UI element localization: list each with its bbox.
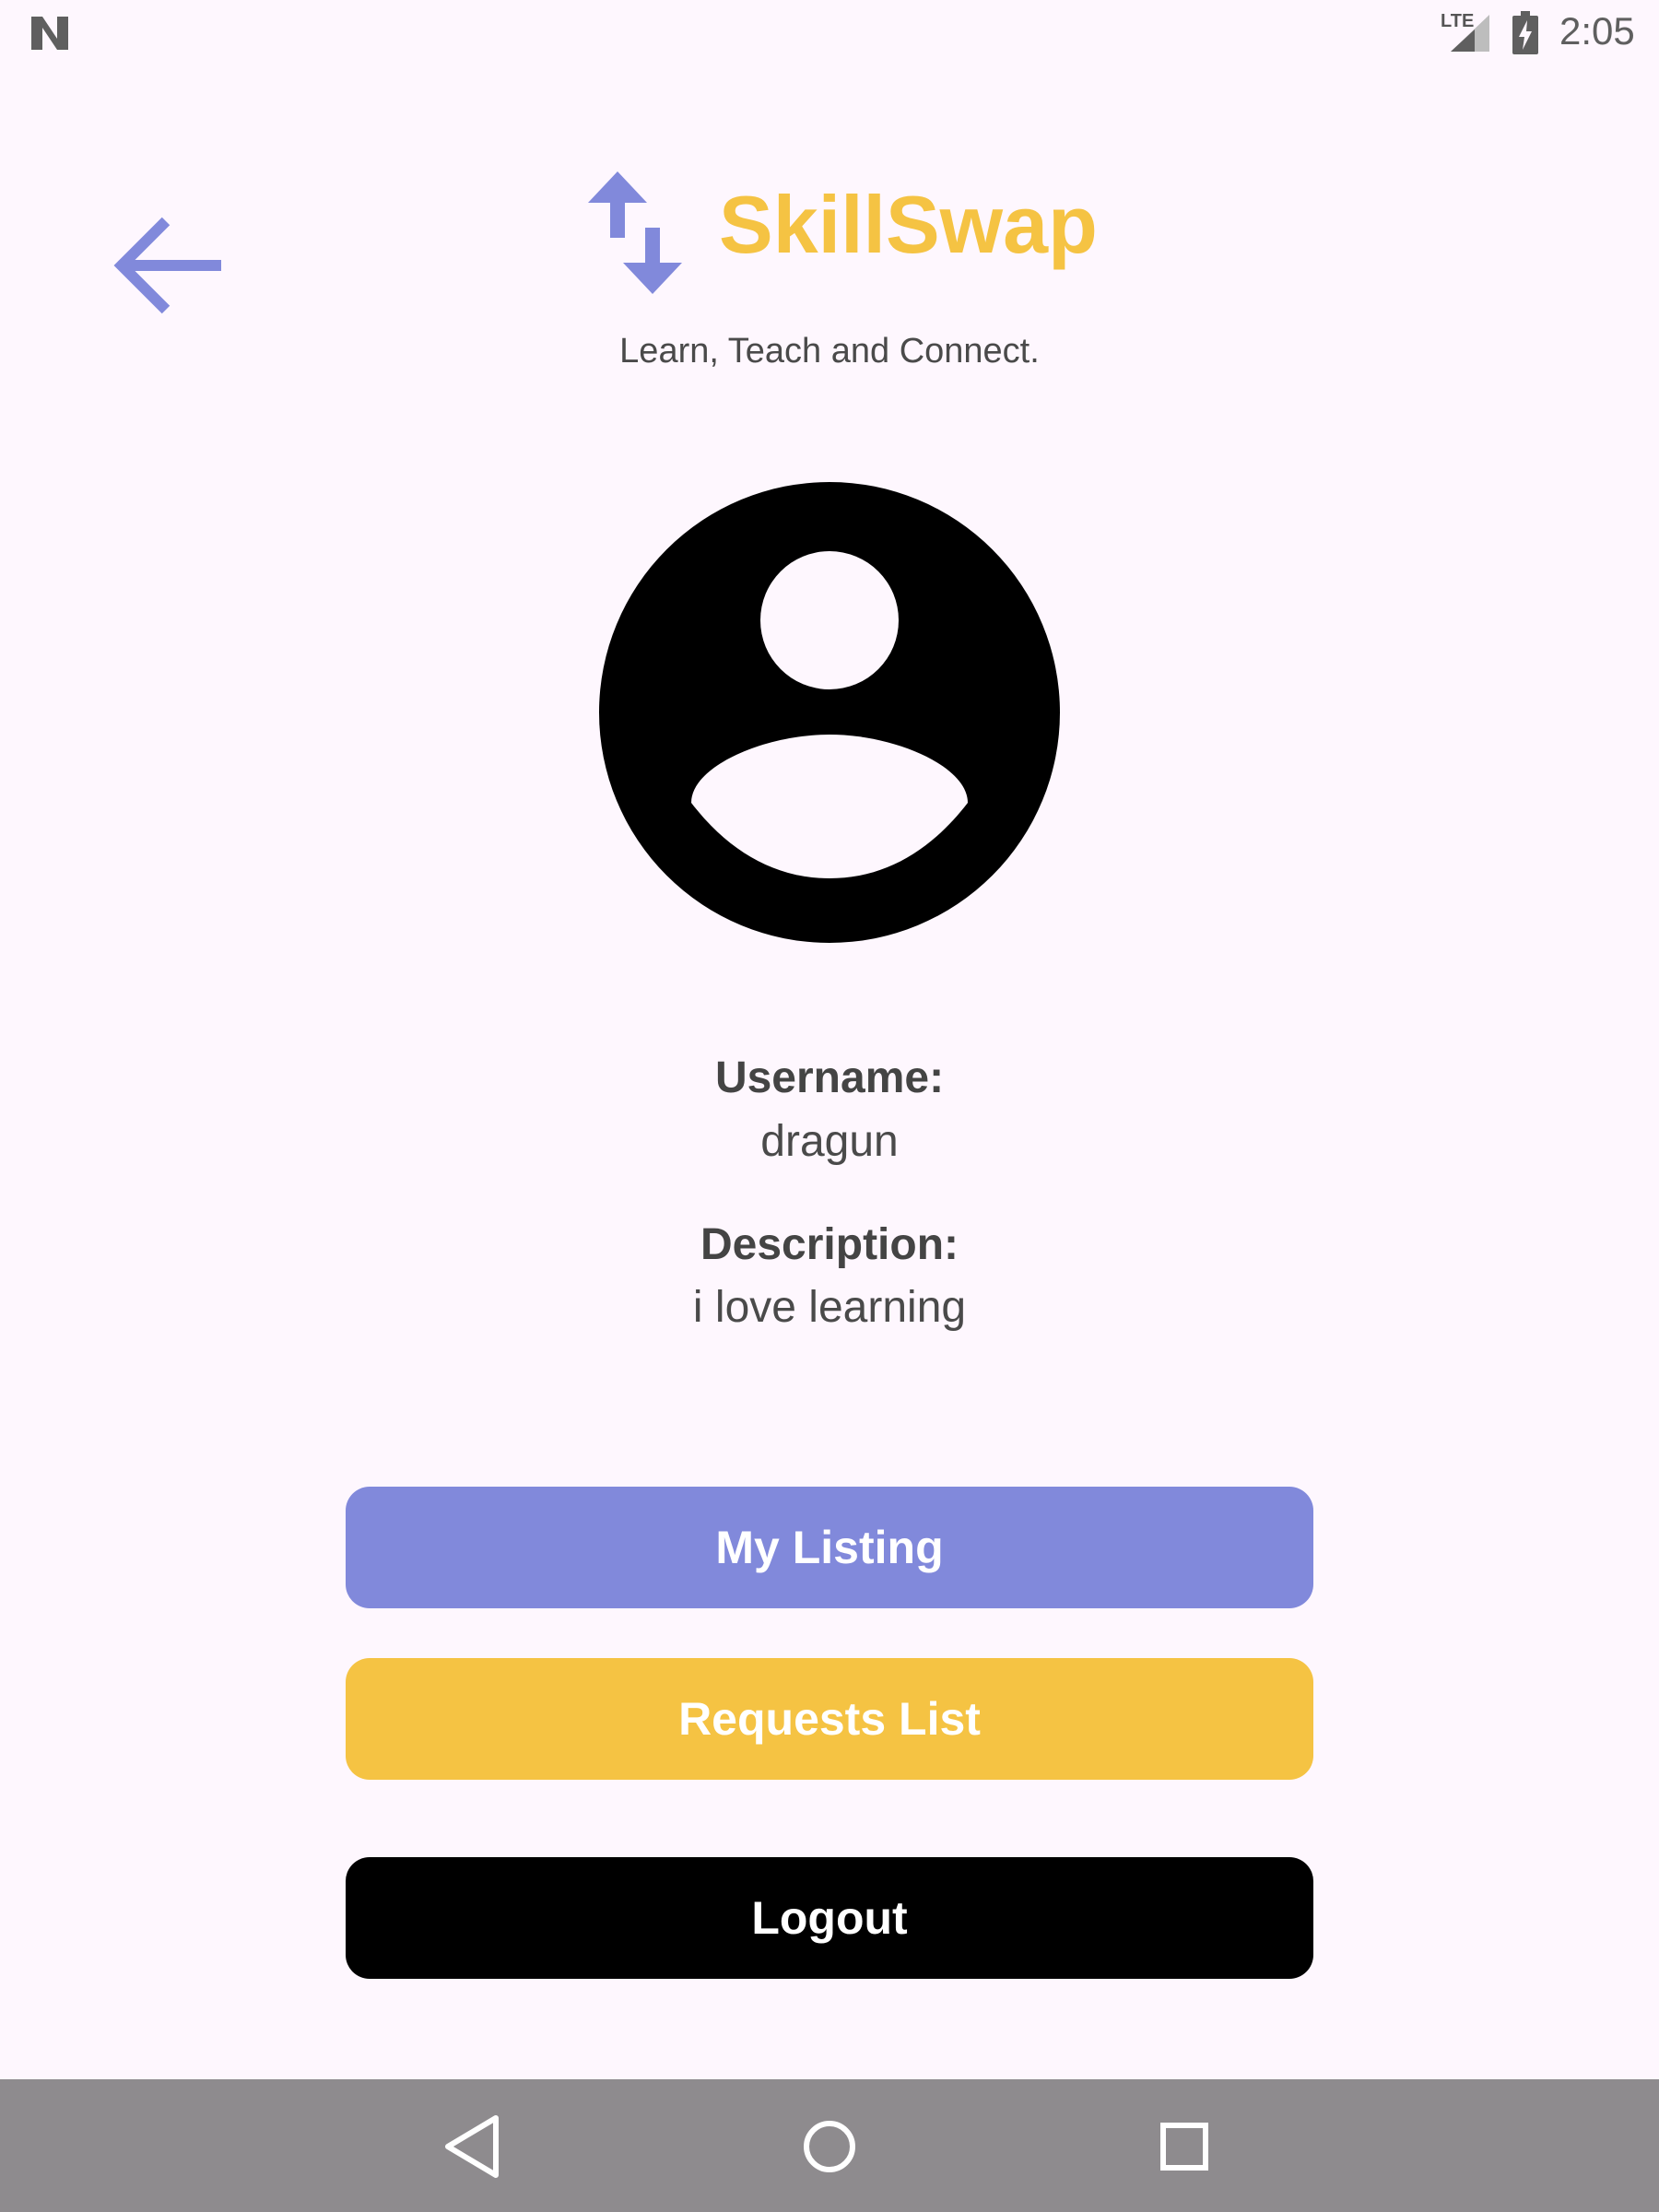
description-value: i love learning (692, 1283, 967, 1332)
n-icon (31, 17, 68, 50)
nav-recents-icon[interactable] (1143, 2105, 1226, 2188)
account-circle-icon (599, 482, 1060, 943)
my-listing-button[interactable]: My Listing (346, 1487, 1313, 1608)
requests-list-button[interactable]: Requests List (346, 1658, 1313, 1780)
app-title: SkillSwap (719, 179, 1098, 270)
arrow-back-icon (113, 217, 221, 314)
signal-icon (1451, 15, 1489, 52)
swap-vert-icon (588, 171, 682, 294)
logout-button[interactable]: Logout (346, 1857, 1313, 1979)
tagline: Learn, Teach and Connect. (619, 332, 1040, 371)
system-navigation-bar (0, 2079, 1659, 2212)
nav-home-icon[interactable] (788, 2105, 871, 2188)
description-label: Description: (700, 1220, 959, 1269)
clock: 2:05 (1559, 9, 1635, 53)
status-bar: LTE 2:05 (0, 0, 1659, 66)
nav-back-icon[interactable] (433, 2105, 516, 2188)
username-label: Username: (714, 1053, 945, 1102)
back-button[interactable] (101, 203, 230, 332)
battery-charging-icon (1512, 11, 1538, 54)
username-value: dragun (760, 1117, 899, 1166)
